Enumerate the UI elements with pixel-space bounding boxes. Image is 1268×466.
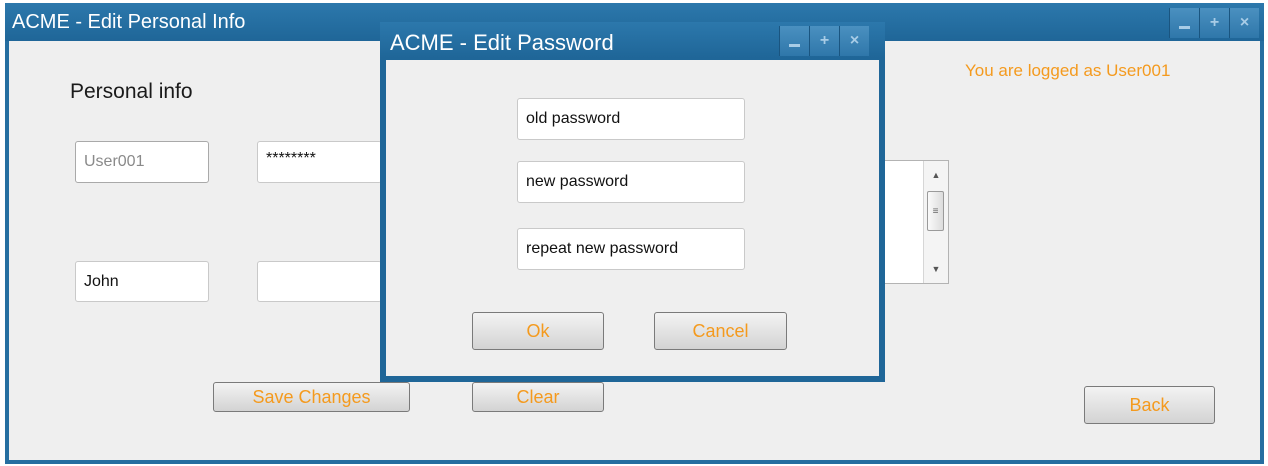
main-window-controls: + ×: [1169, 8, 1259, 38]
close-icon[interactable]: ×: [839, 26, 869, 56]
edit-password-dialog: ACME - Edit Password + × old password ne…: [380, 22, 885, 382]
dialog-title-bar[interactable]: ACME - Edit Password + ×: [380, 22, 885, 58]
last-name-field[interactable]: [257, 261, 382, 302]
first-name-field[interactable]: John: [75, 261, 209, 302]
list-box[interactable]: ▲ ≡ ▼: [880, 160, 949, 284]
close-icon[interactable]: ×: [1229, 8, 1259, 38]
dialog-title: ACME - Edit Password: [390, 30, 614, 55]
logged-in-status: You are logged as User001: [965, 61, 1171, 80]
maximize-icon[interactable]: +: [809, 26, 839, 56]
minimize-icon[interactable]: [1169, 8, 1199, 38]
back-button[interactable]: Back: [1084, 386, 1215, 424]
scroll-thumb[interactable]: ≡: [927, 191, 944, 231]
clear-button[interactable]: Clear: [472, 382, 604, 412]
main-window-title: ACME - Edit Personal Info: [12, 11, 246, 33]
section-heading: Personal info: [70, 80, 193, 103]
username-field[interactable]: User001: [75, 141, 209, 183]
ok-button[interactable]: Ok: [472, 312, 604, 350]
cancel-button[interactable]: Cancel: [654, 312, 787, 350]
save-changes-button[interactable]: Save Changes: [213, 382, 410, 412]
old-password-field[interactable]: old password: [517, 98, 745, 140]
scroll-down-icon[interactable]: ▼: [924, 259, 948, 279]
repeat-password-field[interactable]: repeat new password: [517, 228, 745, 270]
list-scrollbar[interactable]: ▲ ≡ ▼: [923, 161, 948, 283]
maximize-icon[interactable]: +: [1199, 8, 1229, 38]
new-password-field[interactable]: new password: [517, 161, 745, 203]
password-field[interactable]: ********: [257, 141, 382, 183]
scroll-up-icon[interactable]: ▲: [924, 165, 948, 185]
minimize-icon[interactable]: [779, 26, 809, 56]
dialog-content: old password new password repeat new pas…: [386, 60, 879, 376]
dialog-window-controls: + ×: [779, 26, 869, 56]
